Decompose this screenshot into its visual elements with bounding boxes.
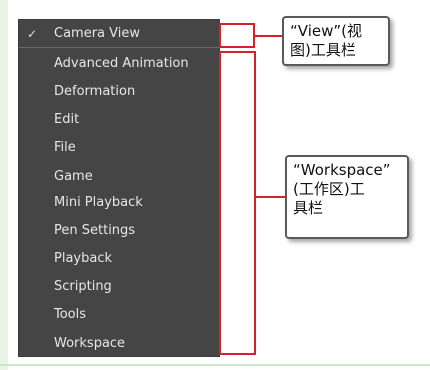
menu-item-label: Mini Playback: [54, 195, 143, 210]
page-border-strip: [0, 0, 8, 370]
menu-item-label: Game: [54, 169, 93, 184]
menu-item-mini-playback[interactable]: Mini Playback: [19, 190, 219, 216]
highlight-camera-view-top: [219, 23, 254, 25]
menu-item-label: Camera View: [54, 26, 140, 41]
menu-item-label: Edit: [54, 112, 80, 127]
highlight-camera-view-bottom: [219, 46, 254, 48]
menu-item-scripting[interactable]: Scripting: [19, 274, 219, 300]
menu-item-deformation[interactable]: Deformation: [19, 79, 219, 105]
menu-item-label: Scripting: [54, 279, 112, 294]
highlight-camera-view-left: [219, 23, 221, 48]
menu-item-advanced-animation[interactable]: Advanced Animation: [19, 51, 219, 77]
callout-view-toolbar: “View”(视 图)工具栏: [282, 16, 390, 66]
menu-item-workspace[interactable]: Workspace: [19, 331, 219, 357]
page-bottom-border: [0, 364, 430, 366]
highlight-toolbars-left: [219, 51, 221, 355]
menu-item-label: Deformation: [54, 84, 136, 99]
checkmark-icon: ✓: [27, 27, 38, 41]
highlight-toolbars-right: [254, 51, 256, 355]
menu-item-file[interactable]: File: [19, 135, 219, 161]
menu-separator: [19, 47, 219, 48]
menu-item-edit[interactable]: Edit: [19, 107, 219, 133]
menu-item-label: File: [54, 140, 76, 155]
menu-item-game[interactable]: Game: [19, 164, 219, 190]
highlight-toolbars-bottom: [219, 353, 256, 355]
screenshot-canvas: ✓ Camera View Advanced Animation Deforma…: [0, 0, 430, 370]
menu-item-tools[interactable]: Tools: [19, 302, 219, 328]
menu-item-pen-settings[interactable]: Pen Settings: [19, 218, 219, 244]
connector-view-callout: [254, 35, 282, 37]
menu-item-label: Advanced Animation: [54, 56, 189, 71]
menu-item-label: Playback: [54, 251, 113, 266]
menu-item-playback[interactable]: Playback: [19, 246, 219, 272]
highlight-toolbars-top: [219, 51, 256, 53]
menu-item-label: Pen Settings: [54, 223, 136, 238]
menu-item-label: Workspace: [54, 336, 126, 351]
connector-workspace-callout: [255, 196, 285, 198]
menu-item-camera-view[interactable]: ✓ Camera View: [19, 21, 219, 47]
callout-workspace-toolbar: “Workspace” (工作区)工 具栏: [285, 155, 409, 239]
toolbars-menu: ✓ Camera View Advanced Animation Deforma…: [19, 20, 219, 356]
menu-item-label: Tools: [54, 307, 87, 322]
